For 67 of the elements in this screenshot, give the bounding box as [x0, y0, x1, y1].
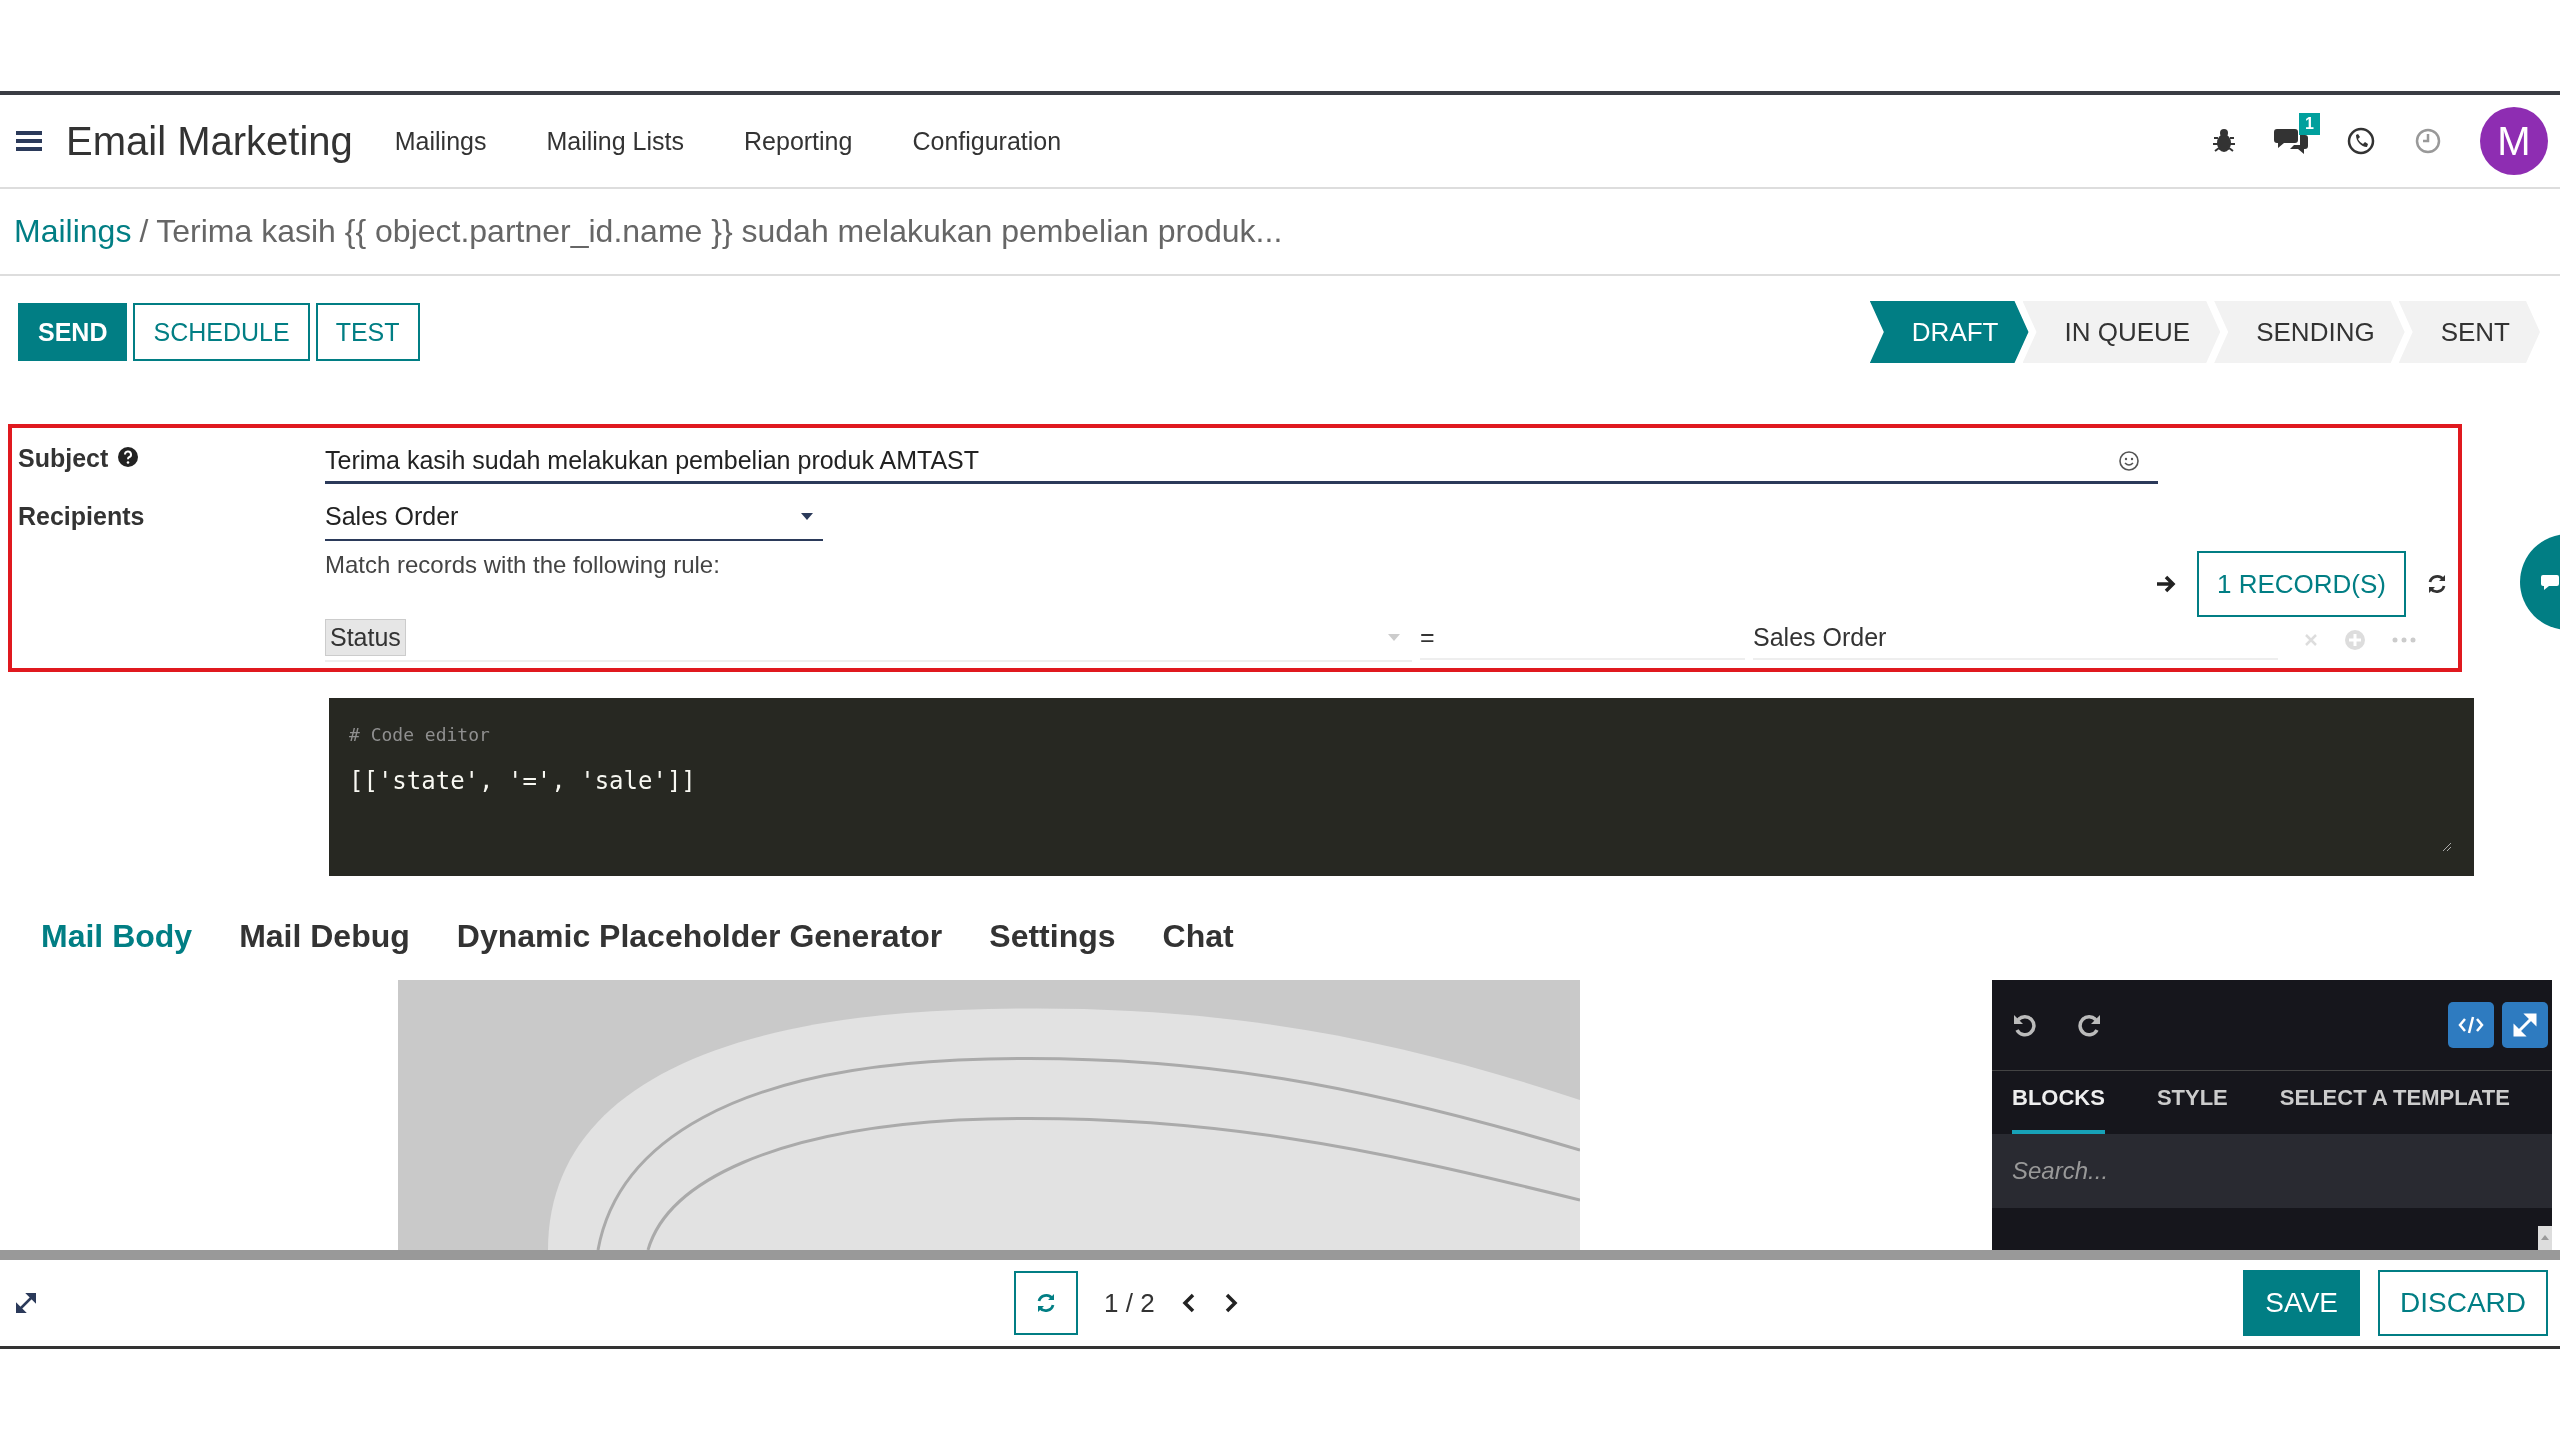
expand-icon	[2513, 1013, 2537, 1037]
bug-icon[interactable]	[2212, 128, 2236, 154]
action-button[interactable]: SEND	[18, 303, 128, 361]
menu-item[interactable]: Configuration	[882, 126, 1092, 156]
phone-icon[interactable]	[2346, 126, 2376, 156]
menu-icon[interactable]	[16, 130, 42, 152]
app-title: Email Marketing	[66, 118, 353, 164]
save-button[interactable]: SAVE	[2243, 1270, 2360, 1336]
undo-icon[interactable]	[2012, 1012, 2038, 1038]
notebook-tab[interactable]: Dynamic Placeholder Generator	[456, 918, 943, 970]
rule-operator[interactable]: =	[1420, 619, 1745, 660]
chevron-left-icon[interactable]	[1180, 1292, 1197, 1314]
reload-button[interactable]	[1014, 1271, 1078, 1335]
subject-field[interactable]: Terima kasih sudah melakukan pembelian produk AMTAST	[325, 440, 2158, 484]
notification-badge: 1	[2299, 113, 2320, 135]
horizontal-scrollbar[interactable]	[0, 1250, 2560, 1260]
discard-button[interactable]: DISCARD	[2378, 1270, 2548, 1336]
code-comment: # Code editor	[349, 723, 491, 745]
arrow-right-icon	[2155, 574, 2177, 594]
rule-value-field[interactable]: Sales Order	[1753, 619, 2278, 660]
redo-icon[interactable]	[2076, 1012, 2102, 1038]
builder-tab[interactable]: STYLE	[2156, 1071, 2228, 1134]
code-icon	[2458, 1015, 2484, 1035]
builder-tab[interactable]: SELECT A TEMPLATE	[2279, 1071, 2510, 1134]
clock-icon[interactable]	[2414, 127, 2442, 155]
chat-icon	[2541, 574, 2559, 590]
status-stage[interactable]: SENT	[2398, 301, 2540, 363]
status-stage[interactable]: DRAFT	[1869, 301, 2029, 363]
fullscreen-button[interactable]	[2502, 1002, 2548, 1048]
action-button[interactable]: SCHEDULE	[133, 303, 310, 361]
notebook-tab[interactable]: Chat	[1162, 918, 1234, 970]
menu-item[interactable]: Mailings	[378, 126, 517, 156]
scroll-up-icon	[2538, 1226, 2552, 1250]
field-value: Terima kasih sudah melakukan pembelian produk AMTAST	[325, 446, 980, 475]
emoji-icon[interactable]	[2118, 449, 2140, 472]
code-line: [['state', '=', 'sale']]	[349, 767, 697, 795]
menu-item[interactable]: Mailing Lists	[516, 126, 715, 156]
breadcrumb-current: Terima kasih {{ object.partner_id.name }} sudah melakukan pembelian produk...	[156, 213, 1283, 250]
field-tag: Status	[325, 619, 406, 656]
field-label: Recipients	[18, 502, 145, 531]
notebook-tab[interactable]: Settings	[989, 918, 1116, 970]
action-button[interactable]: TEST	[315, 303, 420, 361]
resize-handle-icon	[2442, 842, 2452, 852]
notebook-tab[interactable]: Mail Debug	[239, 918, 410, 970]
field-label: Subject	[18, 444, 109, 473]
caret-icon	[801, 512, 813, 521]
breadcrumb-link[interactable]: Mailings	[14, 213, 132, 250]
refresh-icon	[1035, 1292, 1057, 1314]
notebook-tab[interactable]: Mail Body	[41, 918, 193, 970]
rule-field-select[interactable]: Status	[325, 617, 1412, 662]
code-view-button[interactable]	[2448, 1002, 2494, 1048]
code-editor[interactable]: # Code editor [['state', '=', 'sale']]	[329, 698, 2474, 876]
recipients-select[interactable]: Sales Order	[325, 498, 823, 541]
status-stage[interactable]: IN QUEUE	[2022, 301, 2221, 363]
caret-icon	[1388, 633, 1400, 642]
user-avatar[interactable]: M	[2480, 107, 2548, 175]
search-field[interactable]: Search...	[1992, 1134, 2552, 1208]
pager-value: 1 / 2	[1104, 1287, 1155, 1319]
menu-item[interactable]: Reporting	[714, 126, 883, 156]
chat-icon[interactable]	[2274, 127, 2308, 155]
help-icon	[118, 447, 139, 467]
rule-hint: Match records with the following rule:	[325, 551, 720, 579]
status-stage[interactable]: SENDING	[2214, 301, 2405, 363]
expand-icon[interactable]	[16, 1293, 36, 1313]
refresh-icon[interactable]	[2426, 573, 2448, 595]
records-button[interactable]: 1 RECORD(S)	[2197, 551, 2406, 617]
breadcrumb-separator: /	[139, 213, 149, 250]
